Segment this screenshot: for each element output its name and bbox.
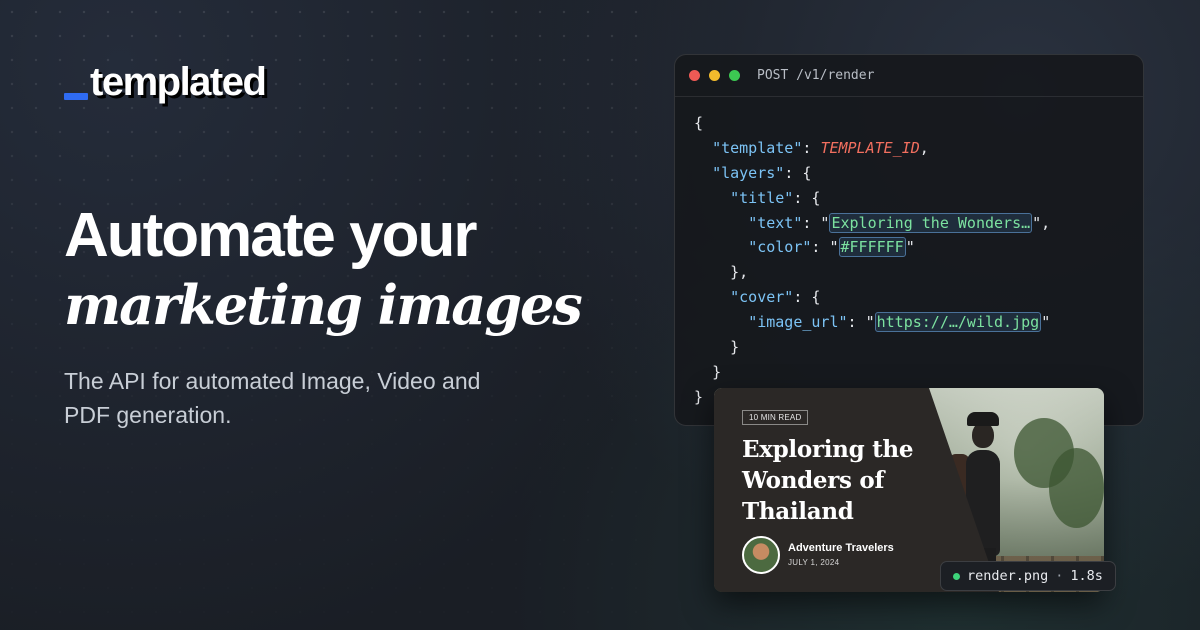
hiker-hat bbox=[967, 412, 999, 426]
tree-shape bbox=[1049, 448, 1104, 528]
json-value-highlight: #FFFFFF bbox=[838, 237, 906, 258]
json-key: "text" bbox=[748, 213, 803, 232]
json-key: "cover" bbox=[730, 288, 794, 307]
json-key: "title" bbox=[730, 188, 794, 207]
author-name: Adventure Travelers bbox=[788, 542, 894, 554]
window-minimize-dot-icon bbox=[709, 70, 720, 81]
code-line: "text": " Exploring the Wonders… ", bbox=[748, 212, 1051, 233]
code-line: { bbox=[694, 114, 704, 132]
code-window-header: POST /v1/render bbox=[675, 55, 1143, 97]
hero-subtitle: The API for automated Image, Video and P… bbox=[64, 368, 481, 428]
json-key: "image_url" bbox=[748, 313, 848, 332]
code-line: "color": " #FFFFFF " bbox=[748, 237, 915, 258]
json-value: TEMPLATE_ID bbox=[820, 138, 920, 157]
read-time-badge: 10 MIN READ bbox=[742, 410, 809, 425]
headline-line-1: Automate your bbox=[64, 201, 477, 270]
window-close-dot-icon bbox=[689, 70, 700, 81]
code-line: } bbox=[730, 338, 740, 357]
render-file: render.png bbox=[967, 568, 1049, 584]
json-key: "color" bbox=[748, 238, 812, 257]
code-line: "template": TEMPLATE_ID, bbox=[712, 138, 929, 157]
brand-logo[interactable]: templated bbox=[64, 60, 267, 104]
code-line: } bbox=[712, 362, 722, 381]
json-value-highlight: Exploring the Wonders… bbox=[829, 212, 1033, 233]
code-line: }, bbox=[730, 263, 749, 282]
separator: · bbox=[1055, 568, 1064, 584]
logo-text: templated bbox=[90, 60, 267, 104]
code-window: POST /v1/render { "template": TEMPLATE_I… bbox=[674, 54, 1144, 426]
code-line: "layers": { bbox=[712, 163, 812, 182]
headline-line-2: marketing images bbox=[64, 273, 583, 337]
code-line: "image_url": " https://…/wild.jpg " bbox=[748, 312, 1051, 333]
code-line: "title": { bbox=[730, 188, 821, 207]
publish-date: JULY 1, 2024 bbox=[788, 558, 840, 567]
logo-underscore-icon bbox=[64, 93, 88, 100]
author-avatar bbox=[742, 536, 780, 574]
render-status-pill: render.png · 1.8s bbox=[940, 561, 1116, 591]
code-body: { "template": TEMPLATE_ID, "layers": { "… bbox=[694, 111, 1050, 410]
json-key: "template" bbox=[712, 138, 803, 157]
render-duration: 1.8s bbox=[1070, 568, 1103, 584]
json-value-highlight: https://…/wild.jpg bbox=[874, 312, 1042, 333]
card-title: Exploring the Wonders of Thailand bbox=[742, 436, 914, 525]
code-line: "cover": { bbox=[730, 288, 821, 307]
window-maximize-dot-icon bbox=[729, 70, 740, 81]
status-dot-icon bbox=[953, 572, 960, 580]
api-endpoint: POST /v1/render bbox=[757, 68, 875, 83]
json-key: "layers" bbox=[712, 163, 785, 182]
